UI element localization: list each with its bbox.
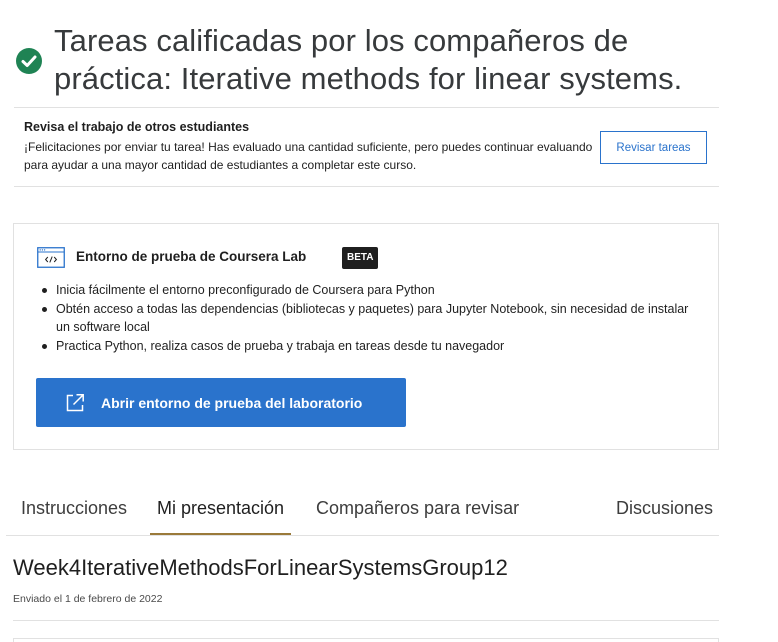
review-message: ¡Felicitaciones por enviar tu tarea! Has… <box>24 140 593 172</box>
list-item: Inicia fácilmente el entorno preconfigur… <box>39 281 704 300</box>
open-lab-button-label: Abrir entorno de prueba del laboratorio <box>101 394 363 411</box>
peer-review-banner: Revisa el trabajo de otros estudiantes ¡… <box>14 107 719 187</box>
lab-sandbox-card: Entorno de prueba de Coursera Lab BETA I… <box>13 223 719 450</box>
page-title: Tareas calificadas por los compañeros de… <box>54 23 683 96</box>
review-assignments-button[interactable]: Revisar tareas <box>600 131 707 164</box>
lab-features-list: Inicia fácilmente el entorno preconfigur… <box>39 281 704 355</box>
review-heading: Revisa el trabajo de otros estudiantes <box>24 120 250 134</box>
submission-date: Enviado el 1 de febrero de 2022 <box>13 593 163 605</box>
tab-discussions[interactable]: Discusiones <box>609 485 720 535</box>
assignment-tabs: Instrucciones Mi presentación Compañeros… <box>6 485 719 536</box>
check-circle-icon <box>16 48 42 74</box>
lab-title: Entorno de prueba de Coursera Lab <box>76 249 307 264</box>
open-lab-button[interactable]: Abrir entorno de prueba del laboratorio <box>36 378 406 427</box>
beta-badge: BETA <box>342 247 379 269</box>
tab-instructions[interactable]: Instrucciones <box>14 485 134 535</box>
tab-peers-to-review[interactable]: Compañeros para revisar <box>309 485 526 535</box>
list-item: Obtén acceso a todas las dependencias (b… <box>39 300 704 337</box>
list-item: Practica Python, realiza casos de prueba… <box>39 337 704 356</box>
tab-my-submission[interactable]: Mi presentación <box>150 485 292 535</box>
code-window-icon <box>37 247 65 268</box>
divider <box>13 620 719 621</box>
submission-card <box>13 638 719 642</box>
submission-title: Week4IterativeMethodsForLinearSystemsGro… <box>13 555 508 580</box>
external-link-icon <box>65 393 85 413</box>
